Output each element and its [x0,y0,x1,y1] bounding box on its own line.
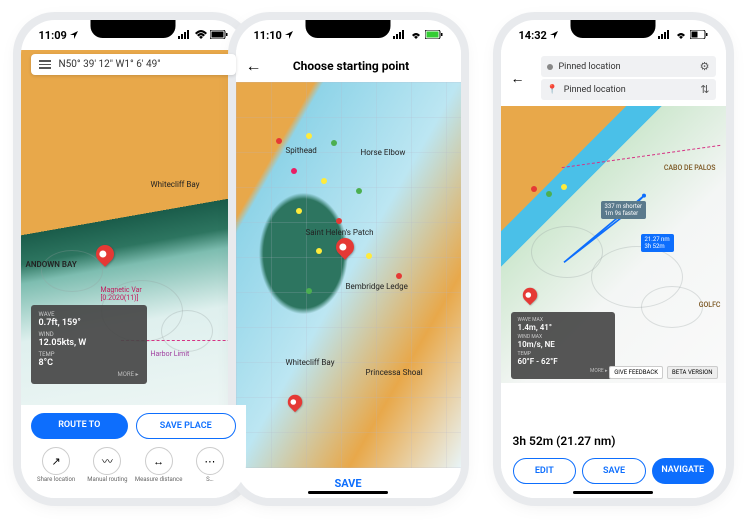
edit-button[interactable]: EDIT [513,458,577,484]
route-icon: 〰 [93,447,121,475]
wifi-icon [410,29,422,42]
save-place-button[interactable]: SAVE PLACE [136,413,236,439]
destination-pin-icon[interactable] [519,285,539,305]
screen: ← Pinned location ⚙ 📍 Pinned location ⇅ [501,50,726,498]
notch [306,20,391,38]
status-time: 11:09 [39,29,67,42]
wind-value: 10m/s, NE [518,340,608,349]
battery-charging-icon [425,29,443,42]
map-label-sthelen: Saint Helen's Patch [306,228,374,237]
nautical-chart[interactable]: CABO DE PALOS GOLFC 337 m shorter 1m 9s … [501,106,726,383]
map-label-magnetic-val: [0.2020(11)] [101,294,139,302]
start-location-field[interactable]: Pinned location ⚙ [541,56,716,77]
signal-icon [178,29,192,42]
save-button[interactable]: SAVE [582,458,646,484]
location-arrow-icon [549,30,559,40]
map-label-bembridge: Bembridge Ledge [346,282,408,291]
signal-icon [393,29,407,42]
phone-2: 11:10 ← Choose starting point Spithead H… [236,20,461,498]
location-arrow-icon [69,30,79,40]
navigate-button[interactable]: NAVIGATE [652,458,714,484]
phone-3: 14:32 ← Pinned location ⚙ 📍 [501,20,726,498]
wave-value: 0.7ft, 159° [39,318,139,328]
screen: Whitecliff Bay ANDOWN BAY Magnetic Var [… [21,50,246,498]
temp-value: 8°C [39,358,139,368]
header: ← Choose starting point [236,50,461,82]
temp-label: TEMP [39,351,139,358]
screen: ← Choose starting point Spithead Horse E… [236,50,461,498]
map-label-golfc: GOLFC [699,301,721,309]
extra-tool[interactable]: ⋯ S… [186,447,234,484]
more-link[interactable]: MORE ▸ [39,371,139,378]
map-label-harbor: Harbor Limit [151,350,190,358]
weather-panel[interactable]: WAVE MAX 1.4m, 41° WIND MAX 10m/s, NE TE… [511,312,615,379]
map-label-horse: Horse Elbow [361,148,406,157]
temp-value: 60°F - 62°F [518,357,608,366]
extra-icon: ⋯ [196,447,224,475]
share-icon: ↗ [42,447,70,475]
wave-value: 1.4m, 41° [518,323,608,332]
bottom-panel: 3h 52m (21.27 nm) EDIT SAVE NAVIGATE [501,424,726,498]
home-indicator [308,491,388,494]
nautical-chart[interactable]: Spithead Horse Elbow Saint Helen's Patch… [236,78,461,468]
more-link[interactable]: MORE ▸ [518,368,608,374]
home-indicator [573,491,653,494]
manual-routing-tool[interactable]: 〰 Manual routing [83,447,131,484]
page-title: Choose starting point [272,59,451,73]
map-label-princessa: Princessa Shoal [366,368,423,377]
signal-icon [658,29,672,42]
weather-panel[interactable]: WAVE 0.7ft, 159° WIND 12.05kts, W TEMP 8… [31,305,147,384]
ruler-icon: ↔ [145,447,173,475]
battery-icon [690,29,708,42]
route-to-button[interactable]: ROUTE TO [31,413,129,439]
map-label-andown: ANDOWN BAY [26,260,77,269]
notch [571,20,656,38]
wind-value: 12.05kts, W [39,338,139,348]
pin-icon: 📍 [547,85,558,95]
wave-label: WAVE [39,311,139,318]
map-label-spithead: Spithead [286,146,317,155]
map-label-whitecliff: Whitecliff Bay [286,358,335,367]
search-bar[interactable]: N50° 39' 12" W1° 6' 49" [31,54,236,75]
route-header: ← Pinned location ⚙ 📍 Pinned location ⇅ [501,50,726,106]
map-label-cabo: CABO DE PALOS [664,164,716,172]
route-summary: 3h 52m (21.27 nm) [513,434,714,448]
back-button[interactable]: ← [246,56,262,76]
beta-badge: BETA VERSION [667,366,718,379]
coordinates-field[interactable]: N50° 39' 12" W1° 6' 49" [59,59,228,70]
share-location-tool[interactable]: ↗ Share location [32,447,80,484]
wind-label: WIND [39,331,139,338]
location-arrow-icon [284,30,294,40]
wifi-icon [675,29,687,42]
settings-icon[interactable]: ⚙ [700,60,710,73]
back-button[interactable]: ← [511,70,525,87]
swap-icon[interactable]: ⇅ [700,83,709,96]
phone-1: 11:09 Whitecliff Bay ANDOWN BAY Magnetic… [21,20,246,498]
route-badge-alt: 337 m shorter 1m 9s faster [601,201,647,219]
route-badge-main: 21.27 nm 3h 52m [641,234,674,252]
start-dot-icon [547,64,553,70]
status-time: 14:32 [519,29,547,42]
bottom-panel: ROUTE TO SAVE PLACE ↗ Share location 〰 M… [21,405,246,498]
end-location-field[interactable]: 📍 Pinned location ⇅ [541,79,716,100]
status-time: 11:10 [254,29,282,42]
measure-distance-tool[interactable]: ↔ Measure distance [135,447,183,484]
notch [91,20,176,38]
menu-icon[interactable] [39,60,51,69]
give-feedback-button[interactable]: GIVE FEEDBACK [609,366,663,379]
map-label-magnetic: Magnetic Var [101,286,142,294]
battery-icon [210,29,228,42]
map-label-whitecliff: Whitecliff Bay [151,180,200,189]
wifi-icon [195,29,207,42]
